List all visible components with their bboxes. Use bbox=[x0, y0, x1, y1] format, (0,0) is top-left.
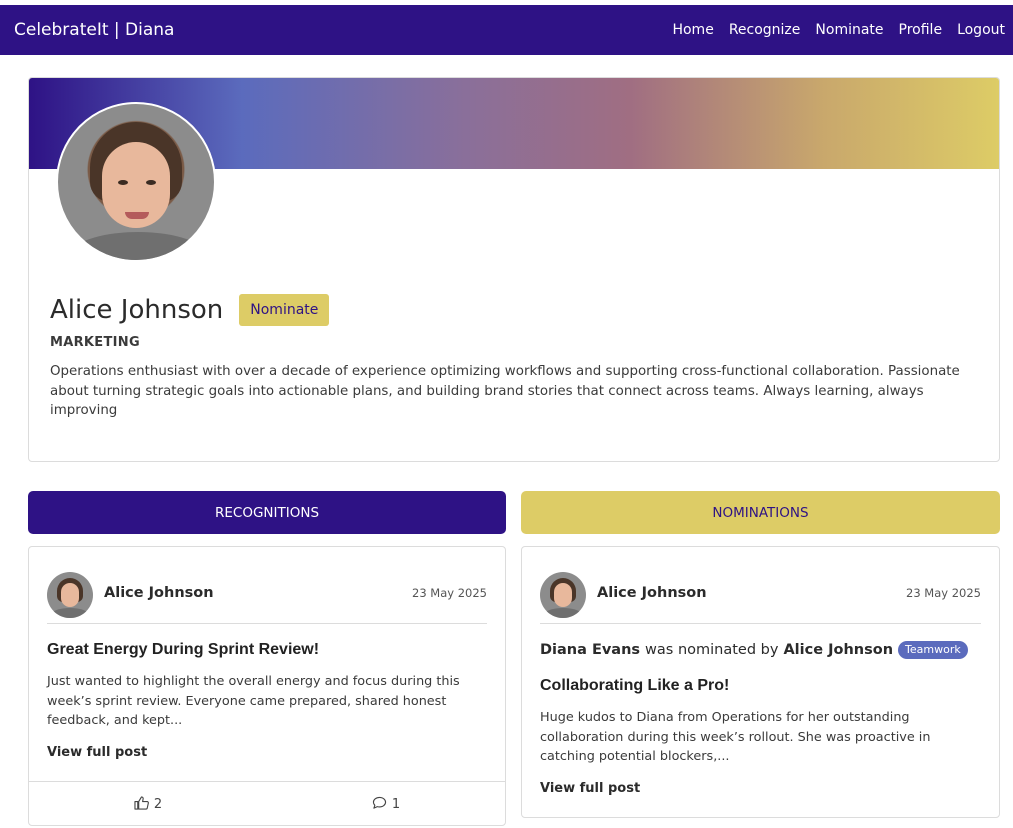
nav-nominate-link[interactable]: Nominate bbox=[815, 22, 883, 38]
nomination-summary: Diana Evans was nominated by Alice Johns… bbox=[540, 641, 968, 659]
brand-title[interactable]: CelebrateIt | Diana bbox=[14, 20, 174, 40]
like-count: 2 bbox=[153, 797, 163, 812]
post-excerpt: Just wanted to highlight the overall ene… bbox=[47, 674, 460, 728]
like-button[interactable]: 2 bbox=[29, 782, 267, 827]
nominator-name[interactable]: Alice Johnson bbox=[783, 642, 893, 658]
post-date: 23 May 2025 bbox=[906, 586, 981, 600]
nomination-post-card: Alice Johnson 23 May 2025 Diana Evans wa… bbox=[521, 546, 1000, 818]
profile-card: Alice Johnson Nominate MARKETING Operati… bbox=[28, 77, 1000, 462]
comment-icon bbox=[372, 796, 387, 814]
category-badge: Teamwork bbox=[898, 641, 968, 659]
top-navbar: CelebrateIt | Diana Home Recognize Nomin… bbox=[0, 5, 1013, 55]
nav-home-link[interactable]: Home bbox=[672, 22, 713, 38]
recognition-post-card: Alice Johnson 23 May 2025 Great Energy D… bbox=[28, 546, 506, 826]
profile-avatar bbox=[56, 102, 216, 262]
nomination-connector-text: was nominated by bbox=[645, 642, 779, 658]
author-avatar bbox=[540, 572, 586, 618]
view-full-post-link[interactable]: View full post bbox=[540, 781, 640, 796]
tab-nominations[interactable]: NOMINATIONS bbox=[521, 491, 1000, 534]
post-header: Alice Johnson 23 May 2025 bbox=[47, 572, 487, 624]
post-header: Alice Johnson 23 May 2025 bbox=[540, 572, 981, 624]
comment-count: 1 bbox=[391, 797, 401, 812]
post-excerpt: Huge kudos to Diana from Operations for … bbox=[540, 710, 931, 764]
post-author[interactable]: Alice Johnson bbox=[597, 585, 707, 601]
nav-recognize-link[interactable]: Recognize bbox=[729, 22, 801, 38]
post-author[interactable]: Alice Johnson bbox=[104, 585, 214, 601]
post-title: Great Energy During Sprint Review! bbox=[47, 641, 320, 658]
nav-links: Home Recognize Nominate Profile Logout bbox=[672, 22, 1005, 38]
nav-profile-link[interactable]: Profile bbox=[899, 22, 943, 38]
profile-name-row: Alice Johnson Nominate bbox=[50, 294, 330, 326]
tab-recognitions[interactable]: RECOGNITIONS bbox=[28, 491, 506, 534]
thumbs-up-icon bbox=[134, 795, 149, 814]
comment-button[interactable]: 1 bbox=[267, 782, 505, 827]
profile-department: MARKETING bbox=[50, 335, 140, 350]
profile-bio: Operations enthusiast with over a decade… bbox=[50, 364, 960, 418]
author-avatar bbox=[47, 572, 93, 618]
view-full-post-link[interactable]: View full post bbox=[47, 745, 147, 760]
post-footer: 2 1 bbox=[29, 781, 505, 827]
post-date: 23 May 2025 bbox=[412, 586, 487, 600]
profile-name: Alice Johnson bbox=[50, 295, 224, 325]
nav-logout-link[interactable]: Logout bbox=[957, 22, 1005, 38]
nominate-button[interactable]: Nominate bbox=[239, 294, 330, 326]
post-title: Collaborating Like a Pro! bbox=[540, 677, 730, 694]
nominee-name[interactable]: Diana Evans bbox=[540, 642, 640, 658]
